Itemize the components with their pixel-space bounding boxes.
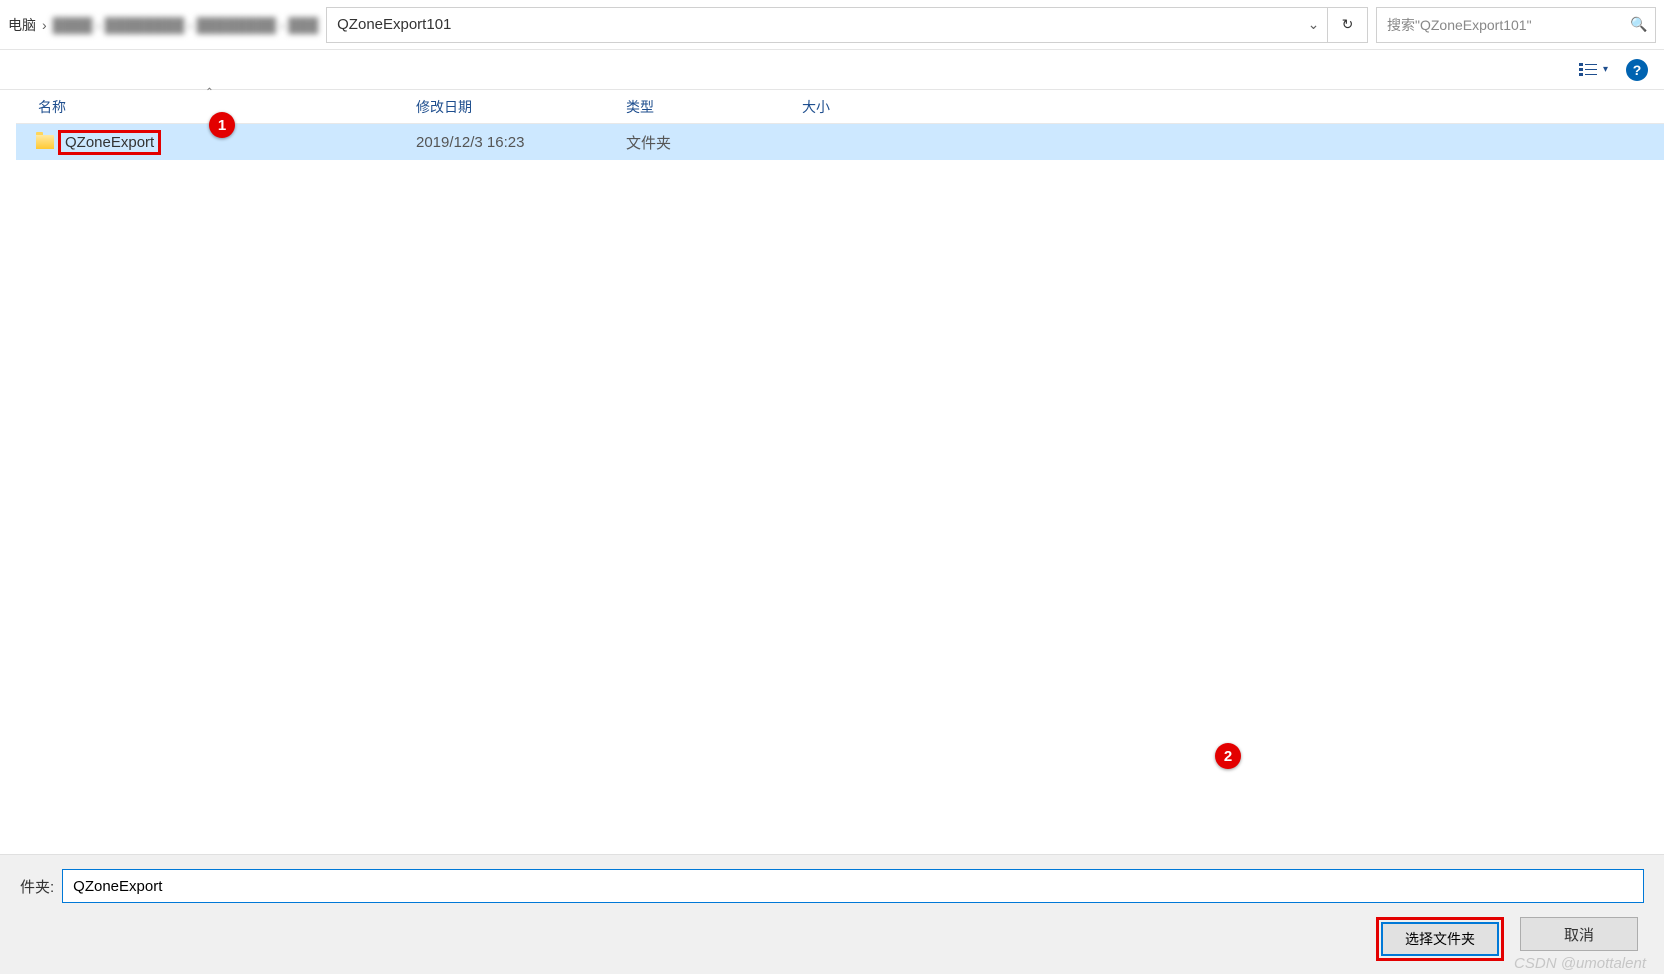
cell-date: 2019/12/3 16:23 <box>404 134 614 151</box>
folder-name-input[interactable] <box>62 869 1644 903</box>
dialog-footer: 件夹: 选择文件夹 取消 <box>0 854 1664 974</box>
folder-label: 件夹: <box>20 876 54 897</box>
breadcrumb-root[interactable]: 电脑 <box>8 15 36 35</box>
refresh-icon: ↻ <box>1342 16 1354 33</box>
search-icon: 🔍 <box>1630 16 1647 33</box>
chevron-right-icon: › <box>42 17 47 33</box>
annotation-badge-1: 1 <box>209 112 235 138</box>
table-header: 名称 ⌃ 修改日期 类型 大小 <box>16 90 1664 124</box>
toolbar: ▾ ? <box>0 50 1664 90</box>
chevron-down-icon: ⌄ <box>1308 16 1320 33</box>
col-name-label: 名称 <box>38 97 66 117</box>
folder-icon <box>36 135 54 149</box>
help-icon: ? <box>1633 62 1642 78</box>
annotation-box-2: 选择文件夹 <box>1376 917 1504 961</box>
col-type[interactable]: 类型 <box>614 90 790 123</box>
search-input[interactable] <box>1377 17 1623 33</box>
button-row: 选择文件夹 取消 <box>20 917 1644 961</box>
folder-input-row: 件夹: <box>20 869 1644 903</box>
search-box[interactable]: 🔍 <box>1376 7 1656 43</box>
table-row[interactable]: QZoneExport 2019/12/3 16:23 文件夹 <box>16 124 1664 160</box>
address-bar-row: 电脑 › ████ › ████████ › ████████ › ███ QZ… <box>0 0 1664 50</box>
list-view-icon <box>1579 62 1599 78</box>
content-area: 名称 ⌃ 修改日期 类型 大小 QZoneExport 2019/12/3 16… <box>0 90 1664 854</box>
cell-type: 文件夹 <box>614 132 790 153</box>
annotation-badge-2: 2 <box>1215 743 1241 769</box>
breadcrumb-blurred: ████ › ████████ › ████████ › ███ <box>53 17 318 33</box>
select-folder-label: 选择文件夹 <box>1405 929 1475 949</box>
breadcrumb[interactable]: 电脑 › ████ › ████████ › ████████ › ███ <box>0 15 318 35</box>
address-box[interactable]: QZoneExport101 ⌄ <box>326 7 1328 43</box>
cancel-label: 取消 <box>1564 924 1594 945</box>
annotation-box-1: QZoneExport <box>58 130 161 155</box>
address-dropdown[interactable]: ⌄ <box>1299 8 1327 42</box>
sort-asc-icon: ⌃ <box>205 87 213 98</box>
col-size[interactable]: 大小 <box>790 90 906 123</box>
cancel-button[interactable]: 取消 <box>1520 917 1638 951</box>
help-button[interactable]: ? <box>1626 59 1648 81</box>
refresh-button[interactable]: ↻ <box>1328 7 1368 43</box>
col-date[interactable]: 修改日期 <box>404 90 614 123</box>
address-current[interactable]: QZoneExport101 <box>327 16 1299 33</box>
dropdown-arrow-icon: ▾ <box>1603 64 1608 75</box>
cell-name: QZoneExport <box>16 130 404 155</box>
select-folder-button[interactable]: 选择文件夹 <box>1381 922 1499 956</box>
view-options-button[interactable]: ▾ <box>1575 58 1612 82</box>
file-name: QZoneExport <box>65 134 154 151</box>
file-table: 名称 ⌃ 修改日期 类型 大小 QZoneExport 2019/12/3 16… <box>16 90 1664 854</box>
search-button[interactable]: 🔍 <box>1623 8 1655 42</box>
sidebar-stub <box>0 90 16 854</box>
